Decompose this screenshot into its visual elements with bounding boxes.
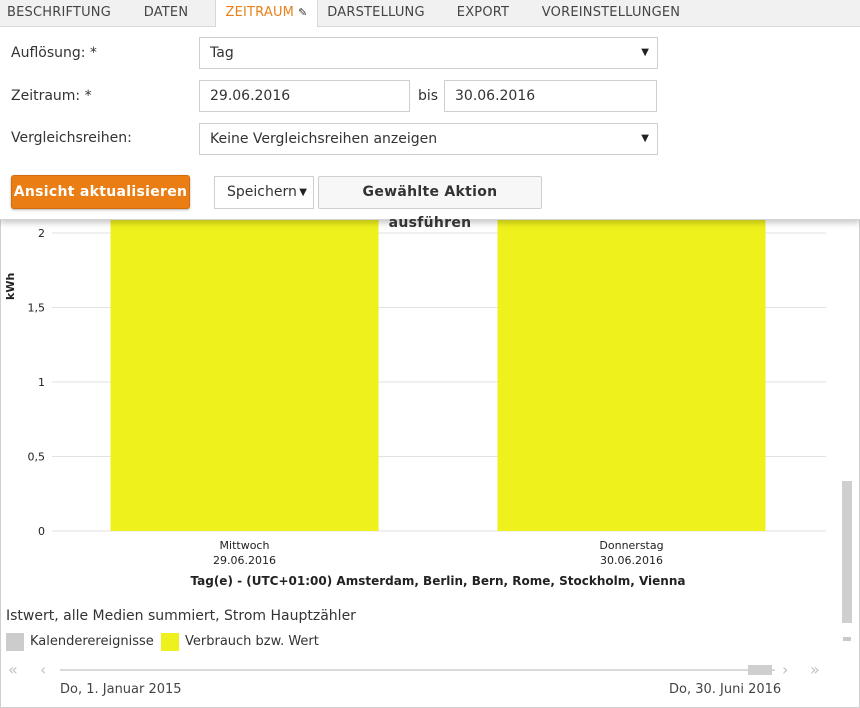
date-from-value: 29.06.2016: [210, 88, 291, 104]
chevron-down-icon: ▼: [641, 47, 649, 58]
tab-label: BESCHRIFTUNG: [6, 5, 111, 20]
action-select[interactable]: Speichern ▼: [214, 176, 314, 209]
date-to-value: 30.06.2016: [455, 88, 536, 104]
tab-label: EXPORT: [456, 5, 510, 20]
update-view-button[interactable]: Ansicht aktualisieren: [11, 175, 190, 209]
legend-swatch: [6, 633, 24, 651]
vergleichsreihen-select[interactable]: Keine Vergleichsreihen anzeigen ▼: [199, 123, 658, 155]
x-tick-label: 30.06.2016: [600, 554, 663, 567]
double-chevron-right-icon[interactable]: »: [810, 660, 820, 679]
execute-action-button[interactable]: Gewählte Aktion ausführen: [318, 176, 542, 231]
tab-darstellung[interactable]: DARSTELLUNG: [321, 0, 431, 26]
zeitraum-panel: Auflösung: * Tag ▼ Zeitraum: * 29.06.201…: [0, 26, 860, 231]
vergleichsreihen-label: Vergleichsreihen:: [11, 130, 132, 146]
date-from-input[interactable]: 29.06.2016: [199, 80, 410, 112]
legend-item-consumption[interactable]: Verbrauch bzw. Wert: [161, 633, 321, 651]
tab-bar: BESCHRIFTUNG DATEN ZEITRAUM ✎ DARSTELLUNG…: [0, 0, 860, 27]
tab-beschriftung[interactable]: BESCHRIFTUNG: [0, 0, 118, 26]
tab-zeitraum[interactable]: ZEITRAUM ✎: [215, 0, 318, 27]
timeline-track[interactable]: [60, 669, 775, 671]
bis-label: bis: [418, 88, 439, 104]
vergleichsreihen-value: Keine Vergleichsreihen anzeigen: [210, 131, 438, 147]
y-tick-label: 0,5: [28, 451, 46, 464]
x-tick-label: Donnerstag: [599, 539, 663, 552]
pencil-icon: ✎: [298, 6, 308, 19]
vertical-scrollbar-thumb[interactable]: [842, 481, 852, 623]
x-tick-label: Mittwoch: [220, 539, 270, 552]
action-select-value: Speichern: [227, 184, 297, 200]
y-tick-label: 1,5: [28, 302, 46, 315]
legend-swatch: [161, 633, 179, 651]
tab-daten[interactable]: DATEN: [130, 0, 202, 26]
series-title: Istwert, alle Medien summiert, Strom Hau…: [6, 608, 356, 624]
chevron-right-icon[interactable]: ›: [782, 660, 788, 679]
aufloesung-label: Auflösung: *: [11, 45, 97, 61]
tab-voreinstellungen[interactable]: VOREINSTELLUNGEN: [534, 0, 688, 26]
tab-label: ZEITRAUM: [225, 5, 295, 20]
tab-export[interactable]: EXPORT: [446, 0, 520, 26]
legend-label: Verbrauch bzw. Wert: [185, 634, 319, 649]
legend-item-calendar[interactable]: Kalenderereignisse: [6, 633, 156, 651]
tab-label: VOREINSTELLUNGEN: [541, 5, 681, 20]
bar: [110, 203, 379, 531]
chevron-left-icon[interactable]: ‹: [40, 660, 46, 679]
y-tick-label: 1: [38, 376, 45, 389]
date-to-input[interactable]: 30.06.2016: [444, 80, 657, 112]
bar: [497, 203, 766, 531]
y-tick-label: 2: [38, 227, 45, 240]
tab-label: DARSTELLUNG: [327, 5, 425, 20]
y-axis-label: kWh: [4, 272, 17, 300]
timeline-start-date: Do, 1. Januar 2015: [60, 682, 182, 697]
aufloesung-value: Tag: [210, 45, 234, 61]
x-tick-label: 29.06.2016: [213, 554, 276, 567]
double-chevron-left-icon[interactable]: «: [8, 660, 18, 679]
timeline-end-date: Do, 30. Juni 2016: [669, 682, 782, 697]
zeitraum-label: Zeitraum: *: [11, 88, 92, 104]
tab-label: DATEN: [143, 5, 189, 20]
y-tick-label: 0: [38, 525, 45, 538]
aufloesung-select[interactable]: Tag ▼: [199, 37, 658, 69]
timeline-handle[interactable]: [748, 665, 772, 675]
x-axis-label: Tag(e) - (UTC+01:00) Amsterdam, Berlin, …: [191, 574, 686, 588]
scroll-down-icon[interactable]: [843, 637, 851, 641]
chevron-down-icon: ▼: [299, 187, 307, 198]
chevron-down-icon: ▼: [641, 133, 649, 144]
legend-label: Kalenderereignisse: [30, 634, 154, 649]
